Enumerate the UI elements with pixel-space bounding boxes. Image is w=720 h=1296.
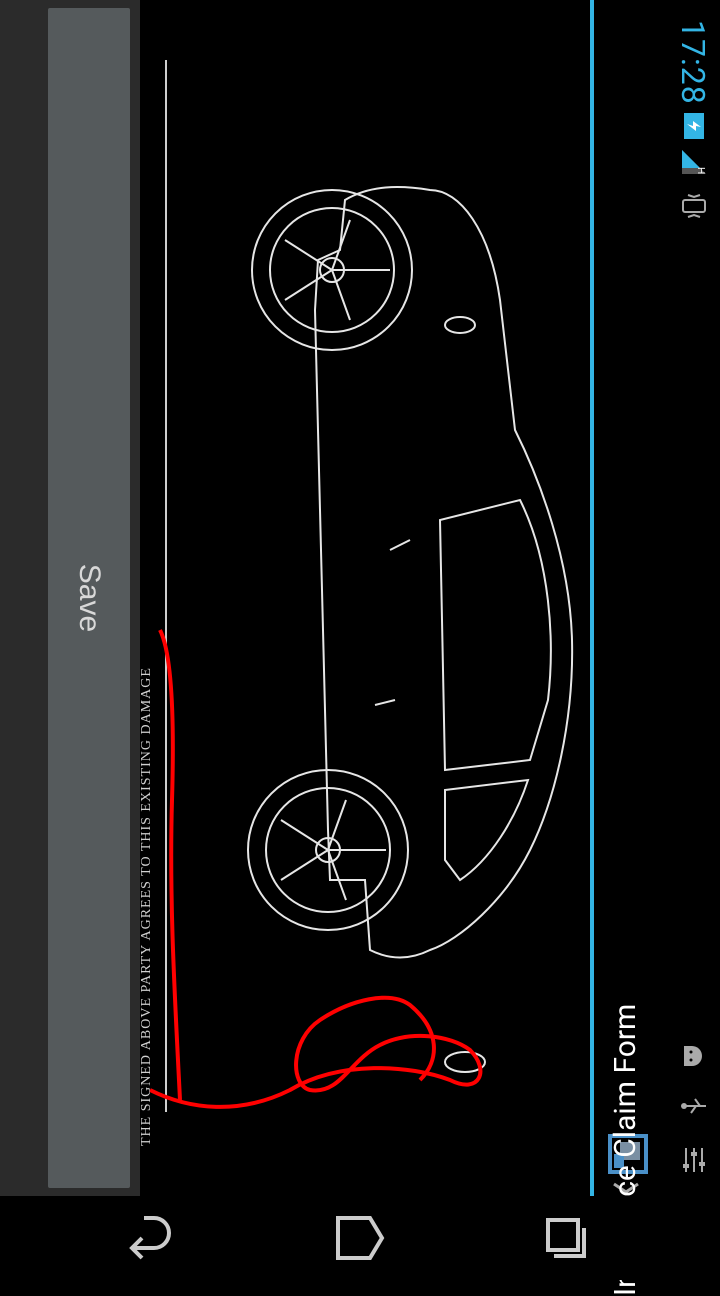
home-icon[interactable] (330, 1208, 390, 1268)
car-damage-diagram[interactable]: THE SIGNED ABOVE PARTY AGREES TO THIS EX… (139, 0, 590, 1196)
screen: 17:28 H Insurance Claim Form THE SIGNED … (0, 0, 720, 1296)
network-type: H (695, 167, 706, 174)
usb-icon (681, 1098, 706, 1114)
vibrate-icon (682, 194, 706, 218)
signature-stroke (149, 995, 483, 1109)
status-time: 17:28 (674, 20, 712, 105)
android-debug-icon (684, 1046, 702, 1066)
recents-icon[interactable] (536, 1208, 596, 1268)
back-icon[interactable] (124, 1208, 184, 1268)
save-button[interactable]: Save (48, 8, 130, 1188)
navigation-bar (0, 1196, 720, 1280)
settings-sliders-icon (683, 1148, 705, 1172)
claim-form-content: THE SIGNED ABOVE PARTY AGREES TO THIS EX… (139, 0, 590, 1196)
battery-icon (684, 113, 704, 139)
signal-icon: H (682, 150, 706, 174)
status-bar: 17:28 H (670, 0, 720, 1196)
signature-underline (158, 629, 182, 1101)
save-bar: Save (0, 0, 140, 1196)
disclaimer-text: THE SIGNED ABOVE PARTY AGREES TO THIS EX… (140, 667, 154, 1146)
car-outline (247, 186, 574, 1073)
action-bar: Insurance Claim Form (590, 0, 670, 1296)
